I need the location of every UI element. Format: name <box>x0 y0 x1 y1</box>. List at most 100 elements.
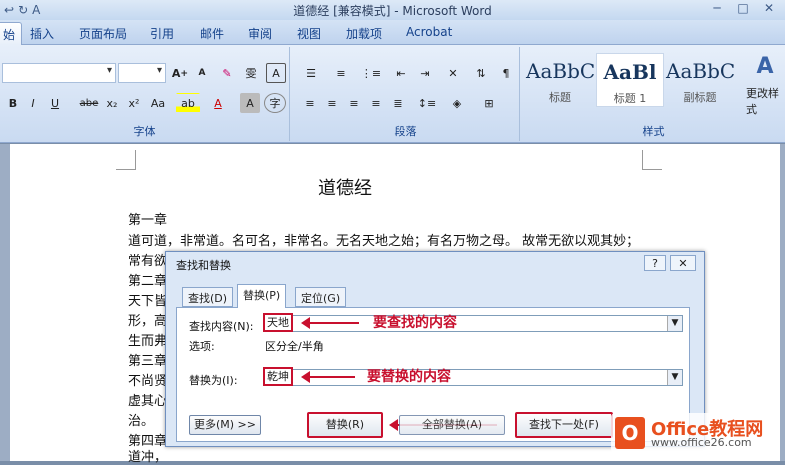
style-heading-1[interactable]: AaBl 标题 1 <box>596 53 664 107</box>
font-color-button[interactable]: A <box>206 93 230 113</box>
find-next-button[interactable]: 查找下一处(F) <box>515 412 613 438</box>
char-shading-button[interactable]: A <box>240 93 260 113</box>
tab-review[interactable]: 审阅 <box>248 25 272 42</box>
chevron-down-icon[interactable]: ▼ <box>667 370 682 385</box>
tab-addins[interactable]: 加载项 <box>346 25 382 42</box>
annotation-replace: 要替换的内容 <box>367 369 451 385</box>
find-value[interactable]: 天地 <box>263 313 293 332</box>
shading-icon[interactable]: ◈ <box>444 93 470 113</box>
text-line: 第一章 <box>128 213 168 228</box>
help-button[interactable]: ? <box>644 255 666 271</box>
title-bar: ↩ ↻ A 道德经 [兼容模式] - Microsoft Word ─ □ ✕ <box>0 0 785 20</box>
sort-icon[interactable]: ⇅ <box>470 63 492 83</box>
styles-group-label: 样式 <box>642 125 665 138</box>
replace-value[interactable]: 乾坤 <box>263 367 293 386</box>
superscript-button[interactable]: x² <box>124 93 144 113</box>
style-name: 标题 1 <box>613 92 647 105</box>
replace-button[interactable]: 替换(R) <box>307 412 383 438</box>
tab-view[interactable]: 视图 <box>297 25 321 42</box>
borders-icon[interactable]: ⊞ <box>474 93 504 113</box>
replace-label: 替换为(I): <box>189 374 238 387</box>
arrow-left-icon <box>301 371 355 383</box>
text-line: 天下皆 <box>128 294 168 309</box>
style-sample: AaBbC <box>666 59 736 83</box>
multilevel-list-icon[interactable]: ⋮≡ <box>358 63 384 83</box>
tab-references[interactable]: 引用 <box>150 25 174 42</box>
align-right-icon[interactable]: ≡ <box>344 93 364 113</box>
text-line: 常有欲 <box>128 254 168 269</box>
enclose-char-icon[interactable]: 字 <box>264 93 286 113</box>
text-line: 治。 <box>128 414 155 429</box>
numbering-icon[interactable]: ≡ <box>328 63 354 83</box>
paragraph-group-label: 段落 <box>394 125 417 138</box>
decrease-indent-icon[interactable]: ⇤ <box>390 63 412 83</box>
tab-find[interactable]: 查找(D) <box>182 287 234 307</box>
phonetic-guide-icon[interactable]: 雯 <box>240 63 262 83</box>
change-styles-icon[interactable]: A <box>748 53 782 79</box>
watermark-url: www.office26.com <box>651 436 752 449</box>
increase-indent-icon[interactable]: ⇥ <box>414 63 436 83</box>
style-name: 标题 <box>549 91 571 104</box>
align-center-icon[interactable]: ≡ <box>322 93 342 113</box>
annotation-find: 要查找的内容 <box>373 315 457 331</box>
line-spacing-icon[interactable]: ↕≡ <box>414 93 440 113</box>
tab-home[interactable]: 始 <box>0 22 23 45</box>
text-line: 第二章 <box>128 274 168 289</box>
chevron-down-icon[interactable]: ▼ <box>667 316 682 331</box>
watermark: O Office教程网 www.office26.com <box>611 413 779 453</box>
crop-mark <box>116 150 136 170</box>
text-line: 生而弗 <box>128 334 168 349</box>
window-controls: ─ □ ✕ <box>705 0 781 16</box>
shrink-font-icon[interactable]: A <box>192 63 212 83</box>
tab-replace[interactable]: 替换(P) <box>237 284 287 308</box>
align-left-icon[interactable]: ≡ <box>300 93 320 113</box>
tab-mailings[interactable]: 邮件 <box>200 25 224 42</box>
dialog-close-button[interactable]: ✕ <box>670 255 696 271</box>
font-group-label: 字体 <box>133 125 156 138</box>
tab-goto[interactable]: 定位(G) <box>295 287 347 307</box>
text-line: 道冲， <box>128 450 168 465</box>
tab-acrobat[interactable]: Acrobat <box>406 25 452 39</box>
ribbon-tabs: 始 插入 页面布局 引用 邮件 审阅 视图 加载项 Acrobat <box>0 20 785 45</box>
distribute-icon[interactable]: ≣ <box>388 93 408 113</box>
close-window-button[interactable]: ✕ <box>757 0 781 16</box>
subscript-button[interactable]: x₂ <box>102 93 122 113</box>
text-line: 道可道，非常道。名可名，非常名。无名天地之始；有名万物之母。 故常无欲以观其妙； <box>128 234 640 249</box>
styles-group: AaBbC 标题 AaBl 标题 1 AaBbC 副标题 A 更改样式 样式 <box>522 47 785 141</box>
bold-button[interactable]: B <box>4 93 22 113</box>
underline-button[interactable]: U <box>46 93 64 113</box>
tab-page-layout[interactable]: 页面布局 <box>79 25 127 42</box>
justify-icon[interactable]: ≡ <box>366 93 386 113</box>
style-name: 副标题 <box>683 91 717 104</box>
options-label: 选项: <box>189 340 215 353</box>
more-button[interactable]: 更多(M) >> <box>189 415 261 435</box>
font-group: A+ A ✎ 雯 A B I U abe x₂ x² Aa ab A A 字 字… <box>0 47 290 141</box>
style-sample: AaBbC <box>526 59 596 83</box>
tab-insert[interactable]: 插入 <box>30 25 54 42</box>
strikethrough-button[interactable]: abe <box>78 93 100 113</box>
bullets-icon[interactable]: ☰ <box>298 63 324 83</box>
document-title: 道德经 <box>318 178 372 199</box>
style-sample: AaBl <box>603 60 657 84</box>
style-title[interactable]: AaBbC 标题 <box>526 53 596 107</box>
italic-button[interactable]: I <box>24 93 42 113</box>
show-marks-icon[interactable]: ¶ <box>496 63 516 83</box>
paragraph-group: ☰ ≡ ⋮≡ ⇤ ⇥ ✕ ⇅ ¶ ≡ ≡ ≡ ≡ ≣ ↕≡ ◈ ⊞ 段落 <box>292 47 520 141</box>
change-styles-label[interactable]: 更改样式 <box>746 85 785 117</box>
text-line: 第三章 <box>128 354 168 369</box>
font-name-combo[interactable] <box>2 63 116 83</box>
options-value: 区分全/半角 <box>265 340 324 353</box>
change-case-button[interactable]: Aa <box>146 93 170 113</box>
replace-all-button[interactable]: 全部替换(A) <box>399 415 505 435</box>
window-title: 道德经 [兼容模式] - Microsoft Word <box>293 4 492 18</box>
char-border-icon[interactable]: A <box>266 63 286 83</box>
maximize-button[interactable]: □ <box>731 0 755 16</box>
style-subtitle[interactable]: AaBbC 副标题 <box>666 53 736 107</box>
clear-format-icon[interactable]: ✎ <box>216 63 238 83</box>
dialog-title: 查找和替换 <box>176 259 231 272</box>
grow-font-icon[interactable]: A + <box>170 63 190 83</box>
minimize-button[interactable]: ─ <box>705 0 729 16</box>
chinese-layout-icon[interactable]: ✕ <box>440 63 466 83</box>
font-size-combo[interactable] <box>118 63 166 83</box>
highlight-icon[interactable]: ab <box>176 93 200 113</box>
